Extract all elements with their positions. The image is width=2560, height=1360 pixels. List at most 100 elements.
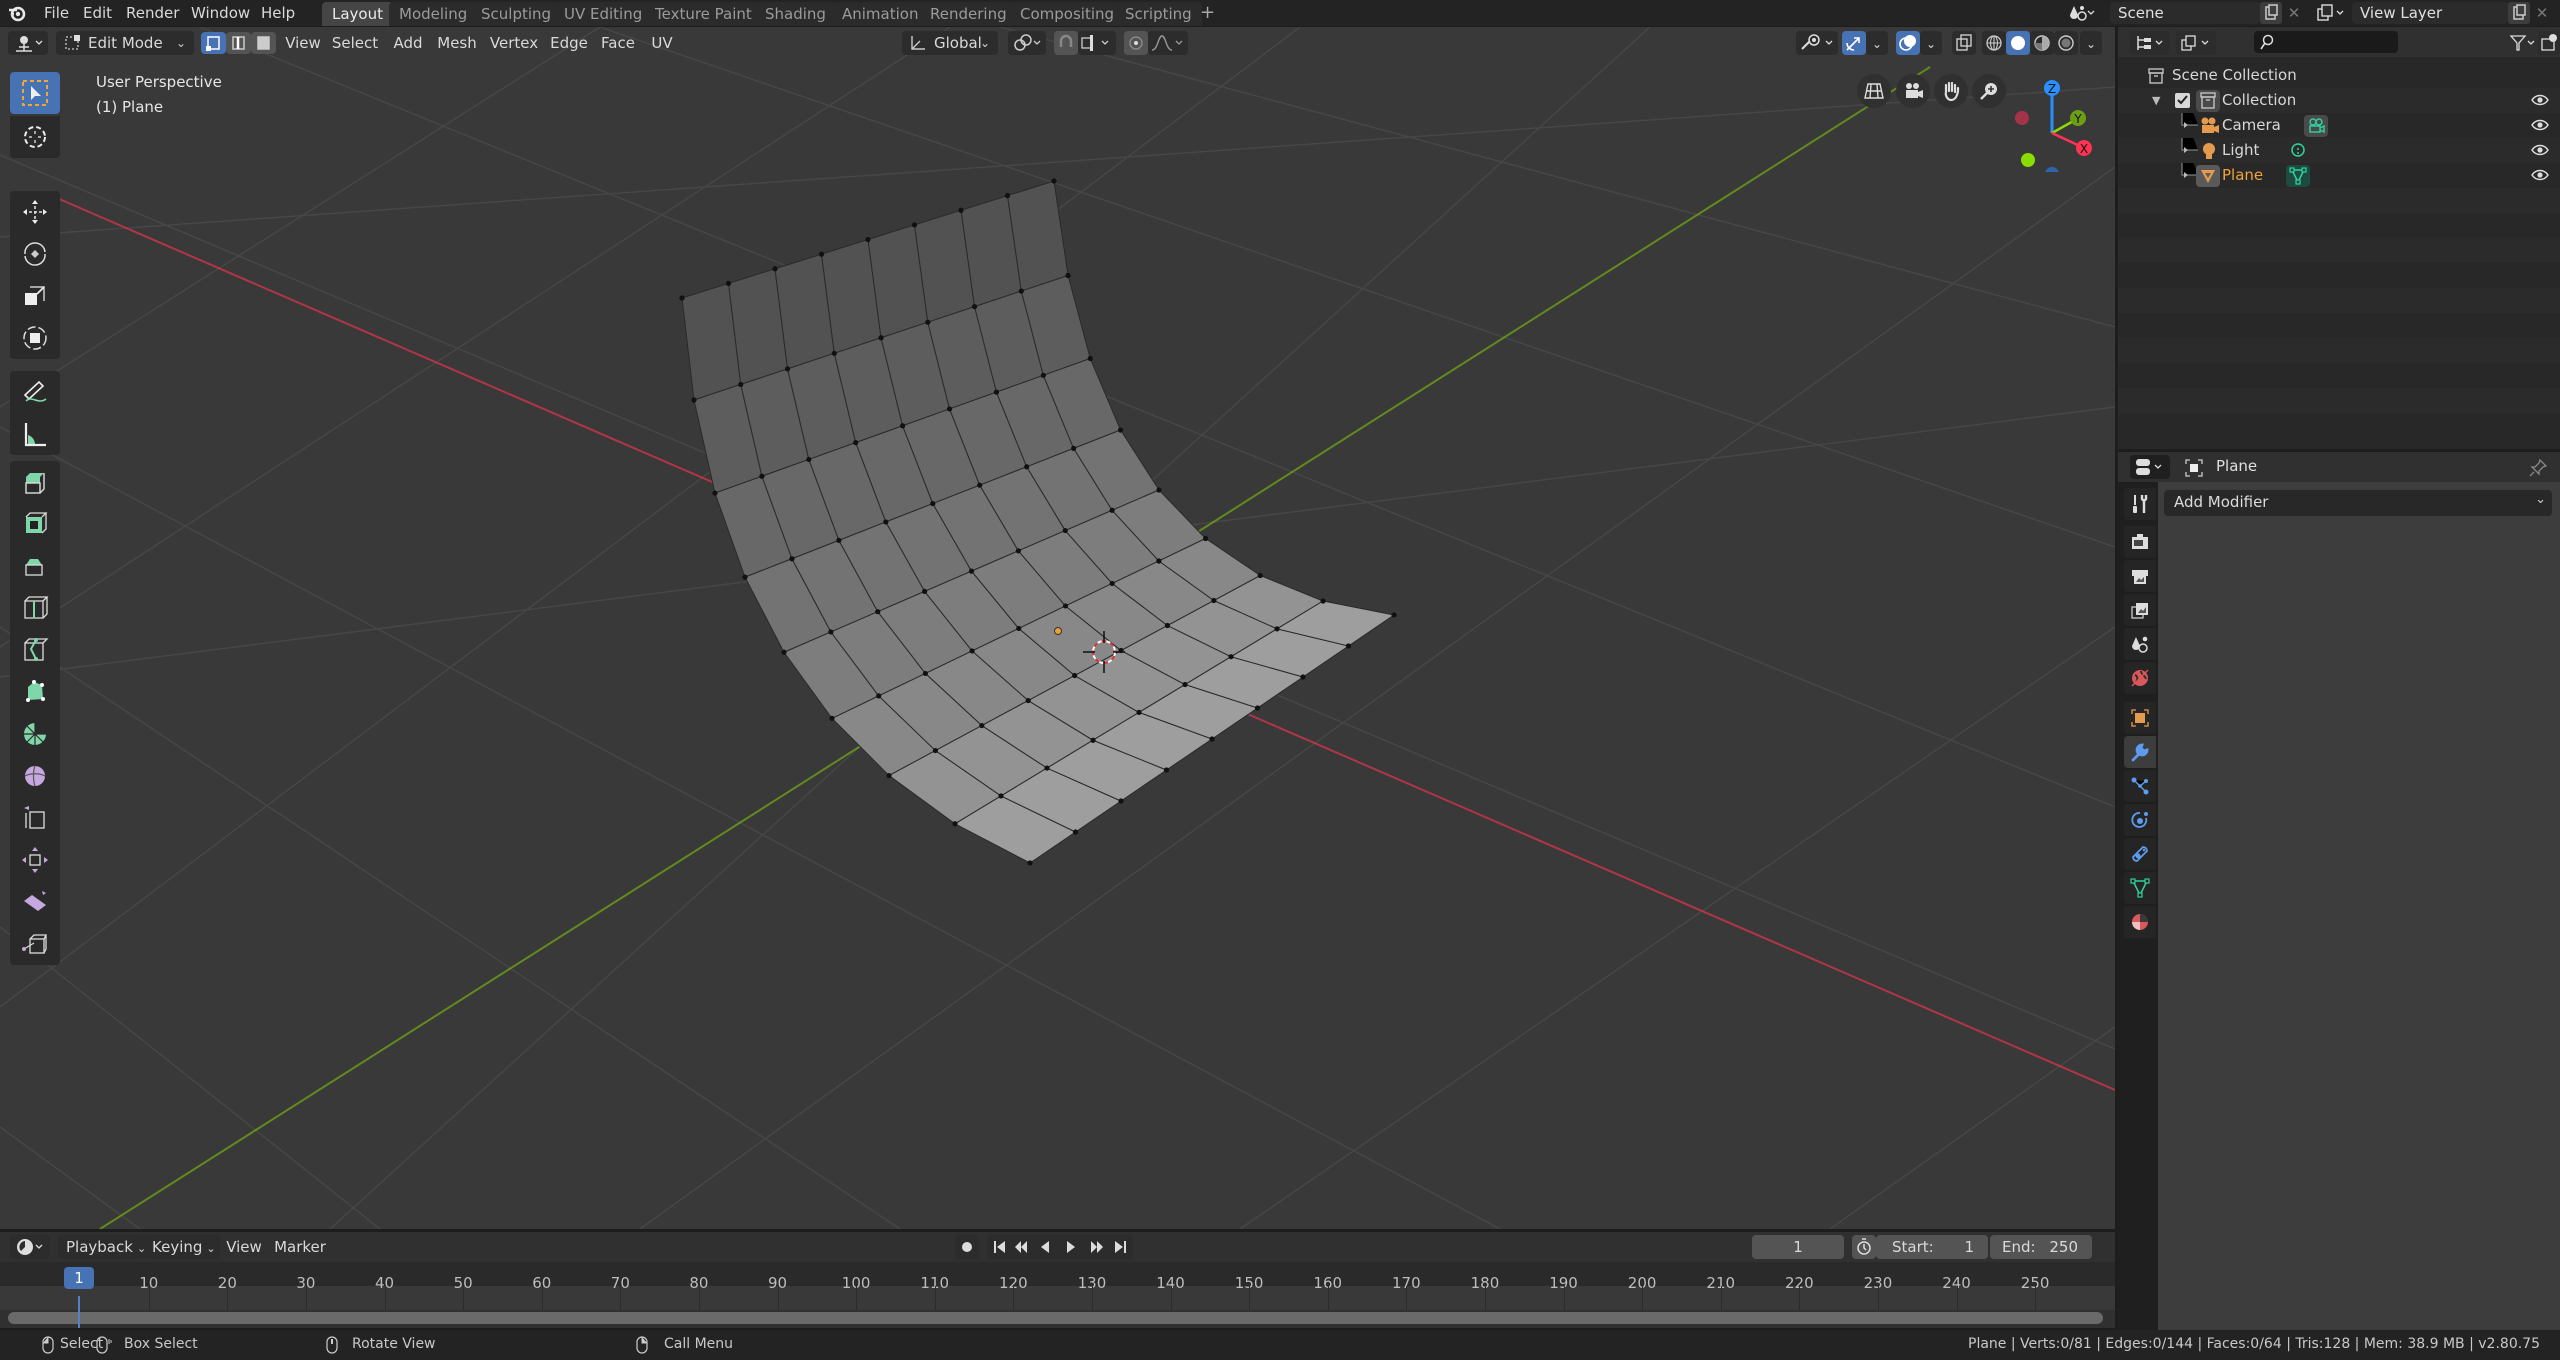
- delete-scene-icon[interactable]: ✕: [2284, 2, 2304, 24]
- tool-poly-build[interactable]: [10, 671, 60, 713]
- menu-file[interactable]: File: [44, 0, 69, 26]
- xray-toggle[interactable]: [1952, 31, 1976, 55]
- tab-compositing[interactable]: Compositing: [1010, 2, 1125, 26]
- tool-rotate[interactable]: [10, 233, 60, 275]
- filter-dropdown[interactable]: [2508, 31, 2538, 55]
- transform-orientation-dropdown[interactable]: Global ⌄: [902, 31, 998, 55]
- jump-to-end-icon[interactable]: [1115, 1241, 1126, 1253]
- playback-menu[interactable]: Playback ⌄: [58, 1235, 146, 1259]
- menu-edit[interactable]: Edit: [83, 0, 112, 26]
- tab-physics[interactable]: [2124, 804, 2156, 836]
- overlays-toggle[interactable]: [1896, 31, 1920, 55]
- new-collection-button[interactable]: [2538, 31, 2560, 55]
- wireframe-shading-button[interactable]: [1982, 31, 2006, 55]
- outliner-editor-type-icon[interactable]: [2130, 31, 2170, 55]
- eye-icon[interactable]: [2530, 93, 2550, 107]
- tab-texture-paint[interactable]: Texture Paint: [645, 2, 762, 26]
- eye-icon[interactable]: [2530, 143, 2550, 157]
- tab-tool[interactable]: [2124, 488, 2156, 520]
- menu-select[interactable]: Select: [330, 31, 380, 55]
- jump-to-start-icon[interactable]: [994, 1241, 1005, 1253]
- playhead-frame-indicator[interactable]: 1: [64, 1267, 94, 1289]
- menu-view[interactable]: View: [284, 31, 322, 55]
- tool-knife[interactable]: [10, 629, 60, 671]
- tab-animation[interactable]: Animation: [832, 2, 929, 26]
- timeline-marker-menu[interactable]: Marker: [272, 1235, 328, 1259]
- mode-dropdown[interactable]: Edit Mode ⌄: [56, 31, 194, 55]
- navigation-gizmo[interactable]: Z Y X: [2000, 72, 2100, 172]
- tool-extrude-region[interactable]: [10, 461, 60, 503]
- playhead-line[interactable]: [78, 1296, 80, 1328]
- expand-arrow-icon[interactable]: ▼: [2152, 88, 2160, 113]
- start-frame-field[interactable]: Start: 1: [1876, 1235, 1988, 1259]
- view-layer-selector-icon[interactable]: [2316, 3, 2346, 23]
- tool-select-box[interactable]: [10, 72, 60, 114]
- play-icon[interactable]: [1067, 1241, 1075, 1253]
- tab-particles[interactable]: [2124, 770, 2156, 802]
- snap-target-dropdown[interactable]: [1078, 31, 1116, 55]
- keying-menu[interactable]: Keying ⌄: [144, 1235, 220, 1259]
- tool-smooth[interactable]: [10, 755, 60, 797]
- rendered-shading-button[interactable]: [2054, 31, 2078, 55]
- tab-modeling[interactable]: Modeling: [389, 2, 478, 26]
- tool-shear[interactable]: [10, 881, 60, 923]
- tab-scene[interactable]: [2124, 628, 2156, 660]
- gizmo-toggle[interactable]: [1842, 31, 1866, 55]
- tool-bevel[interactable]: [10, 545, 60, 587]
- proportional-editing-toggle[interactable]: [1124, 31, 1148, 55]
- add-workspace-button[interactable]: +: [1200, 0, 1215, 26]
- menu-window[interactable]: Window: [191, 0, 250, 26]
- tool-transform[interactable]: [10, 317, 60, 359]
- tab-modifiers[interactable]: [2124, 736, 2156, 768]
- menu-add[interactable]: Add: [390, 31, 426, 55]
- neg-x-axis-handle[interactable]: [2015, 111, 2029, 125]
- tool-cursor[interactable]: [10, 116, 60, 158]
- current-frame-field[interactable]: 1: [1752, 1235, 1844, 1259]
- pan-view-button[interactable]: [1934, 74, 1968, 108]
- overlays-dropdown[interactable]: ⌄: [1920, 31, 1942, 55]
- tab-output[interactable]: [2124, 560, 2156, 592]
- tab-rendering[interactable]: Rendering: [920, 2, 1017, 26]
- editor-type-icon[interactable]: [8, 31, 48, 55]
- scene-name-field[interactable]: Scene: [2110, 2, 2260, 24]
- tool-edge-slide[interactable]: [10, 797, 60, 839]
- tool-rip-region[interactable]: [10, 923, 60, 965]
- tab-shading[interactable]: Shading: [755, 2, 836, 26]
- tool-measure[interactable]: [10, 413, 60, 455]
- area-divider[interactable]: [2115, 27, 2118, 1330]
- camera-data-icon[interactable]: [2304, 115, 2328, 137]
- 3d-viewport[interactable]: Edit Mode ⌄ View Select Add Mesh Vertex …: [0, 27, 2115, 1229]
- toggle-ortho-button[interactable]: [1857, 74, 1891, 108]
- menu-help[interactable]: Help: [261, 0, 295, 26]
- tab-scripting[interactable]: Scripting: [1115, 2, 1202, 26]
- auto-keying-toggle[interactable]: [955, 1235, 979, 1259]
- menu-vertex[interactable]: Vertex: [487, 31, 541, 55]
- view-layer-name-field[interactable]: View Layer: [2352, 2, 2508, 24]
- vertex-select-mode-button[interactable]: [201, 32, 226, 54]
- tab-world[interactable]: [2124, 662, 2156, 694]
- properties-editor-type-icon[interactable]: [2130, 455, 2170, 479]
- solid-shading-button[interactable]: [2006, 31, 2030, 55]
- add-modifier-dropdown[interactable]: Add Modifier ⌄: [2164, 490, 2552, 516]
- scene-selector-icon[interactable]: [2068, 3, 2096, 23]
- face-select-mode-button[interactable]: [251, 32, 276, 54]
- menu-render[interactable]: Render: [126, 0, 179, 26]
- eye-icon[interactable]: [2530, 168, 2550, 182]
- neg-y-axis-handle[interactable]: [2021, 153, 2035, 167]
- timeline-scrollbar[interactable]: [8, 1312, 2103, 1324]
- outliner-item-camera[interactable]: Camera: [2118, 113, 2560, 138]
- gizmo-dropdown[interactable]: ⌄: [1866, 31, 1888, 55]
- proportional-falloff-dropdown[interactable]: [1148, 31, 1188, 55]
- jump-to-next-keyframe-icon[interactable]: [1091, 1241, 1103, 1253]
- outliner-scene-collection[interactable]: Scene Collection: [2118, 63, 2560, 88]
- tab-material[interactable]: [2124, 906, 2156, 938]
- blender-logo-icon[interactable]: [8, 4, 26, 22]
- light-data-icon[interactable]: [2288, 141, 2308, 161]
- display-mode-dropdown[interactable]: [2176, 31, 2216, 55]
- material-preview-shading-button[interactable]: [2030, 31, 2054, 55]
- new-view-layer-icon[interactable]: [2508, 2, 2530, 24]
- tab-mesh-data[interactable]: [2124, 872, 2156, 904]
- timeline-view-menu[interactable]: View: [224, 1235, 264, 1259]
- timeline-editor-type-icon[interactable]: [10, 1235, 50, 1259]
- outliner-item-light[interactable]: Light: [2118, 138, 2560, 163]
